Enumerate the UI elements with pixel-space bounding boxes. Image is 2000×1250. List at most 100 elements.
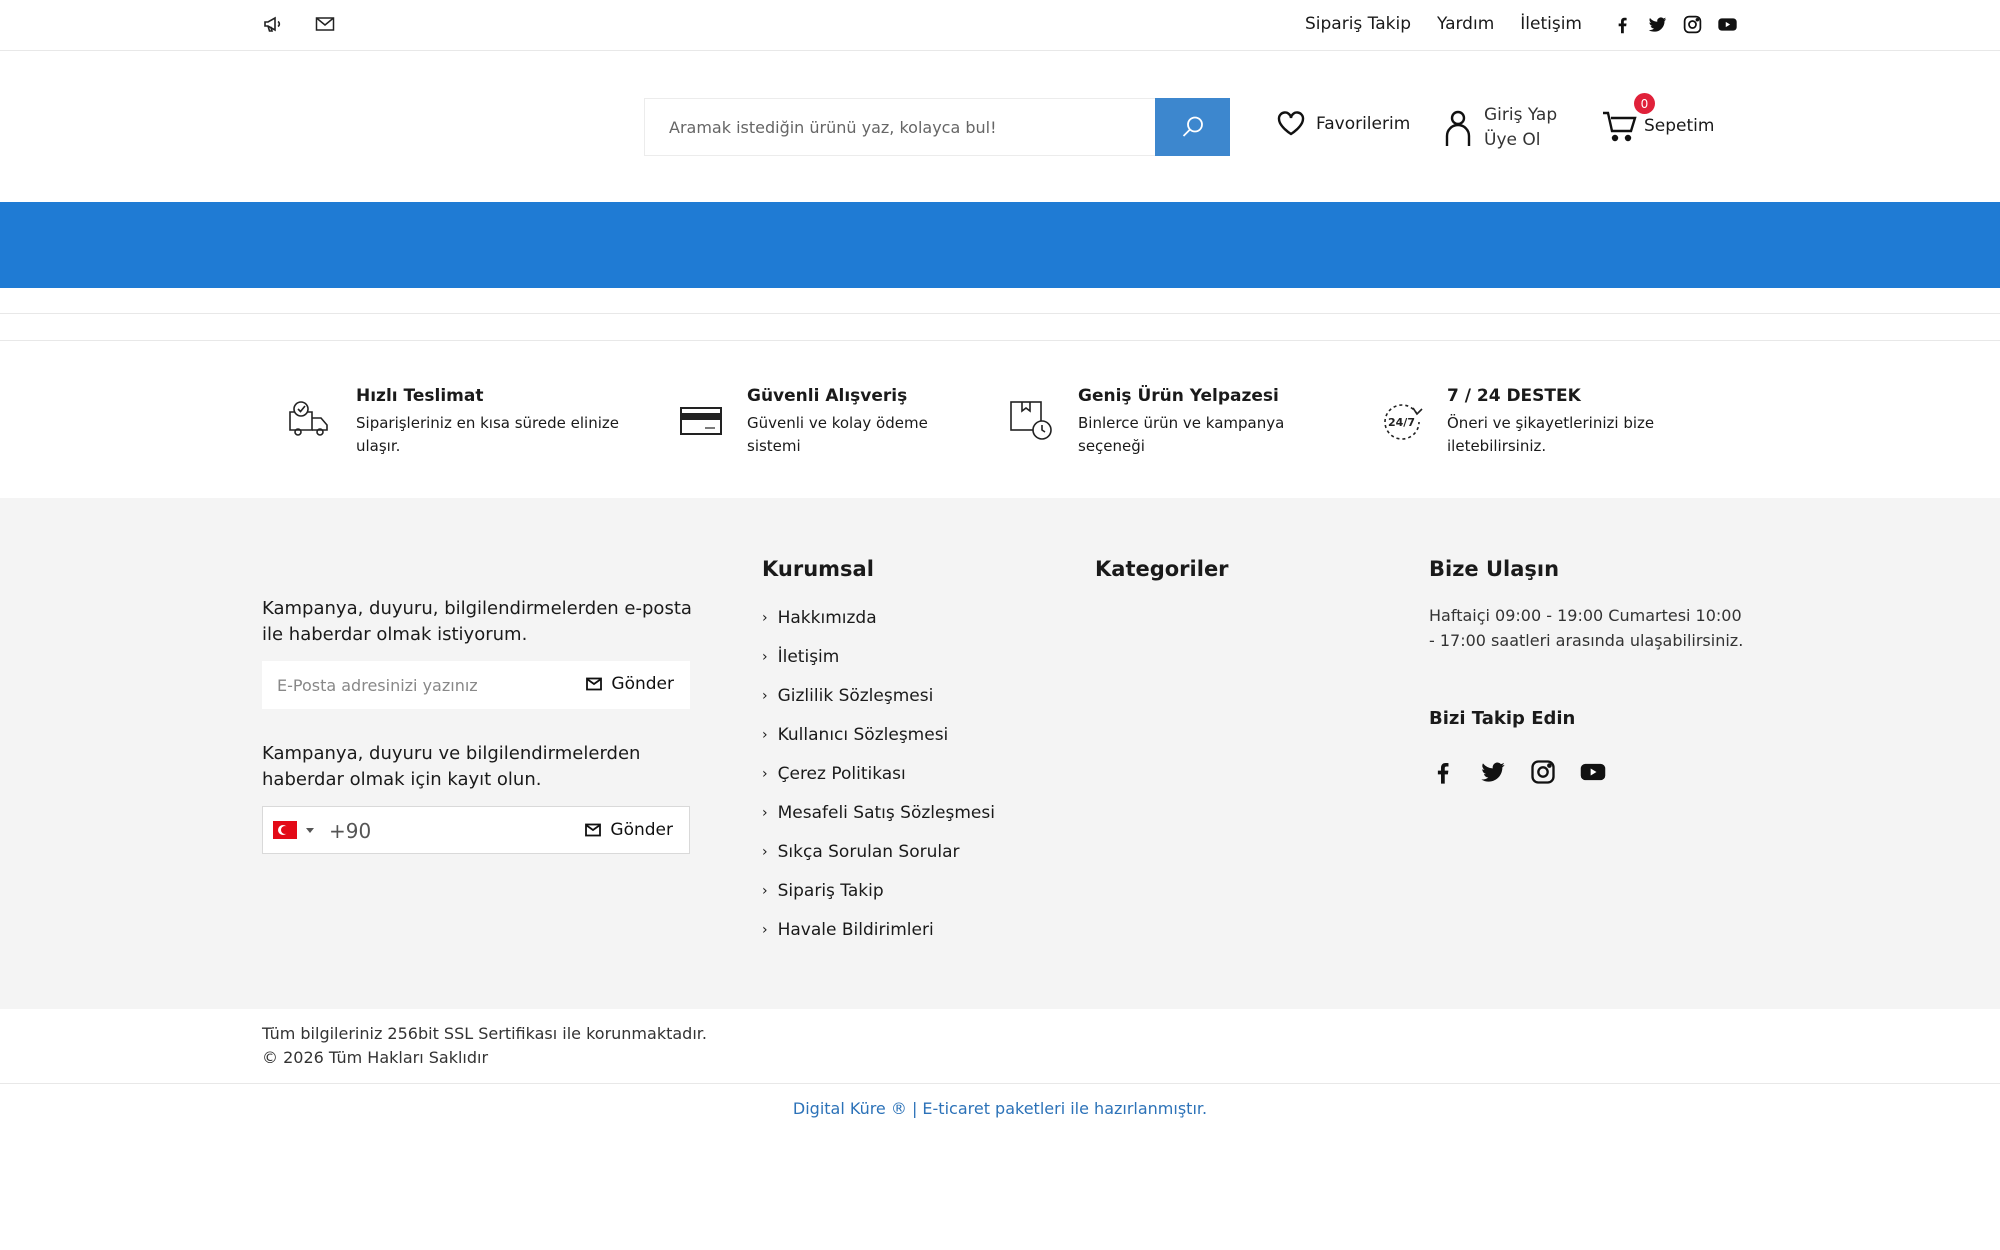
- facebook-icon[interactable]: [1612, 14, 1633, 35]
- top-left-icons: [262, 13, 336, 35]
- chevron-right-icon: ›: [762, 922, 768, 938]
- youtube-icon[interactable]: [1579, 758, 1607, 786]
- divider: [0, 313, 2000, 314]
- send-label: Gönder: [610, 820, 673, 840]
- feature-desc: Binlerce ürün ve kampanya seçeneği: [1078, 414, 1285, 455]
- top-social: [1612, 14, 1738, 35]
- twitter-icon[interactable]: [1647, 14, 1668, 35]
- turkey-flag-icon[interactable]: [273, 821, 297, 839]
- cart-button[interactable]: 0 Sepetim: [1602, 93, 1715, 142]
- login-link[interactable]: Giriş Yap: [1484, 103, 1557, 128]
- youtube-icon[interactable]: [1717, 14, 1738, 35]
- feature-title: Geniş Ürün Yelpazesi: [1078, 386, 1279, 406]
- footer-link-distance-sales[interactable]: › Mesafeli Satış Sözleşmesi: [762, 803, 995, 842]
- chevron-right-icon: ›: [762, 805, 768, 821]
- contact-title: Bize Ulaşın: [1429, 557, 1560, 581]
- link-label: Mesafeli Satış Sözleşmesi: [777, 803, 995, 823]
- footer-link-faq[interactable]: › Sıkça Sorulan Sorular: [762, 842, 995, 881]
- feature-support: 24/7 7 / 24 DESTEK Öneri ve şikayetlerin…: [1377, 386, 1677, 458]
- delivery-truck-icon: [289, 401, 328, 436]
- register-link[interactable]: Üye Ol: [1484, 128, 1557, 153]
- link-label: Kullanıcı Sözleşmesi: [777, 725, 949, 745]
- chevron-right-icon: ›: [762, 610, 768, 626]
- newsletter-email-form: Gönder: [262, 661, 690, 709]
- footer-link-cookie-policy[interactable]: › Çerez Politikası: [762, 764, 995, 803]
- chevron-right-icon: ›: [762, 727, 768, 743]
- favorites-label: Favorilerim: [1316, 113, 1411, 134]
- cart-label: Sepetim: [1644, 116, 1715, 136]
- link-label: Gizlilik Sözleşmesi: [777, 686, 934, 706]
- feature-product-range: Geniş Ürün Yelpazesi Binlerce ürün ve ka…: [1008, 386, 1308, 458]
- feature-title: Hızlı Teslimat: [356, 386, 484, 406]
- chevron-down-icon[interactable]: [306, 828, 314, 833]
- ssl-text: Tüm bilgileriniz 256bit SSL Sertifikası …: [262, 1024, 707, 1043]
- newsletter-phone-send-button[interactable]: Gönder: [585, 820, 673, 840]
- category-nav-bar: [0, 202, 2000, 288]
- chevron-right-icon: ›: [762, 766, 768, 782]
- footer-link-order-tracking[interactable]: › Sipariş Takip: [762, 881, 995, 920]
- corporate-title: Kurumsal: [762, 557, 874, 581]
- search-button[interactable]: [1155, 98, 1230, 156]
- newsletter-email-input[interactable]: [262, 661, 562, 709]
- footer-social: [1429, 758, 1607, 786]
- footer-link-privacy[interactable]: › Gizlilik Sözleşmesi: [762, 686, 995, 725]
- link-label: Havale Bildirimleri: [777, 920, 934, 940]
- link-label: İletişim: [777, 647, 840, 667]
- help-link[interactable]: Yardım: [1437, 14, 1494, 34]
- heart-icon: [1277, 111, 1305, 136]
- envelope-icon: [585, 823, 602, 837]
- cart-count-badge: 0: [1634, 93, 1655, 114]
- newsletter-email-send-button[interactable]: Gönder: [586, 674, 674, 694]
- send-label: Gönder: [611, 674, 674, 694]
- newsletter-sms-text: Kampanya, duyuru ve bilgilendirmelerden …: [262, 743, 641, 790]
- svg-text:24/7: 24/7: [1388, 416, 1415, 429]
- chevron-right-icon: ›: [762, 688, 768, 704]
- feature-desc: Öneri ve şikayetlerinizi bize iletebilir…: [1447, 414, 1655, 455]
- footer-link-user-agreement[interactable]: › Kullanıcı Sözleşmesi: [762, 725, 995, 764]
- favorites-button[interactable]: Favorilerim: [1276, 110, 1410, 137]
- feature-desc: Güvenli ve kolay ödeme sistemi: [747, 414, 928, 455]
- instagram-icon[interactable]: [1529, 758, 1557, 786]
- phone-input[interactable]: +90: [329, 819, 371, 843]
- link-label: Sıkça Sorulan Sorular: [777, 842, 960, 862]
- user-icon: [1445, 110, 1471, 146]
- credit-link[interactable]: Digital Küre ® | E-ticaret paketleri ile…: [0, 1099, 2000, 1118]
- copyright-block: Tüm bilgileriniz 256bit SSL Sertifikası …: [262, 1022, 707, 1070]
- feature-desc: Siparişleriniz en kısa sürede elinize ul…: [356, 414, 619, 455]
- facebook-icon[interactable]: [1429, 758, 1457, 786]
- divider: [0, 1083, 2000, 1084]
- categories-title: Kategoriler: [1095, 557, 1229, 581]
- cart-icon: [1603, 111, 1637, 142]
- contact-hours: Haftaiçi 09:00 - 19:00 Cumartesi 10:00 -…: [1429, 606, 1744, 650]
- link-label: Sipariş Takip: [777, 881, 884, 901]
- link-label: Hakkımızda: [777, 608, 877, 628]
- divider: [0, 340, 2000, 341]
- newsletter-email-text: Kampanya, duyuru, bilgilendirmelerden e-…: [262, 598, 692, 645]
- newsletter-phone-form: +90 Gönder: [262, 806, 690, 854]
- credit-card-icon: [680, 407, 722, 435]
- feature-title: 7 / 24 DESTEK: [1447, 386, 1581, 406]
- chevron-right-icon: ›: [762, 649, 768, 665]
- search-box: [644, 98, 1230, 156]
- footer-link-transfer-notices[interactable]: › Havale Bildirimleri: [762, 920, 995, 959]
- link-label: Çerez Politikası: [777, 764, 906, 784]
- copyright-text: © 2026 Tüm Hakları Saklıdır: [262, 1048, 489, 1067]
- feature-secure-shopping: Güvenli Alışveriş Güvenli ve kolay ödeme…: [677, 386, 957, 458]
- chevron-right-icon: ›: [762, 844, 768, 860]
- envelope-icon: [586, 677, 603, 691]
- follow-title: Bizi Takip Edin: [1429, 708, 1576, 729]
- top-bar: Sipariş Takip Yardım İletişim: [0, 0, 2000, 51]
- footer-link-about[interactable]: › Hakkımızda: [762, 608, 995, 647]
- feature-title: Güvenli Alışveriş: [747, 386, 908, 406]
- instagram-icon[interactable]: [1682, 14, 1703, 35]
- footer-link-contact[interactable]: › İletişim: [762, 647, 995, 686]
- support-24-7-icon: 24/7: [1384, 404, 1423, 440]
- feature-fast-delivery: Hızlı Teslimat Siparişleriniz en kısa sü…: [286, 386, 626, 458]
- contact-link[interactable]: İletişim: [1520, 14, 1582, 34]
- megaphone-icon[interactable]: [262, 13, 284, 35]
- search-icon: [1182, 116, 1203, 137]
- order-tracking-link[interactable]: Sipariş Takip: [1305, 14, 1411, 34]
- twitter-icon[interactable]: [1479, 758, 1507, 786]
- search-input[interactable]: [645, 99, 1229, 155]
- mail-icon[interactable]: [314, 13, 336, 35]
